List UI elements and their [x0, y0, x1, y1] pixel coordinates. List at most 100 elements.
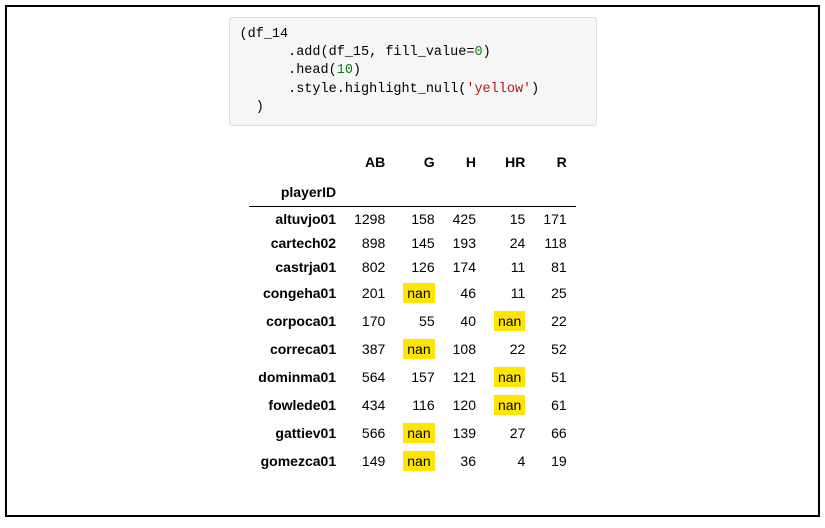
- row-index: dominma01: [249, 363, 345, 391]
- cell-AB: 170: [345, 307, 394, 335]
- cell-H: 193: [444, 231, 485, 255]
- code-block: (df_14 .add(df_15, fill_value=0) .head(1…: [229, 17, 597, 126]
- col-G: G: [394, 150, 443, 174]
- code-num-0: 0: [474, 45, 482, 60]
- null-highlight: nan: [494, 395, 525, 415]
- cell-G: 126: [394, 255, 443, 279]
- cell-H: 40: [444, 307, 485, 335]
- null-highlight: nan: [403, 451, 434, 471]
- cell-AB: 434: [345, 391, 394, 419]
- cell-HR: 22: [485, 335, 534, 363]
- table-row: gomezca01149 nan 36419: [249, 447, 575, 475]
- cell-R: 118: [534, 231, 575, 255]
- cell-G: 158: [394, 207, 443, 232]
- null-highlight: nan: [494, 311, 525, 331]
- code-line-1: (df_14: [240, 27, 289, 42]
- col-R: R: [534, 150, 575, 174]
- code-line-4b: ): [531, 82, 539, 97]
- code-line-2a: .add(df_15, fill_value=: [240, 45, 475, 60]
- row-index: altuvjo01: [249, 207, 345, 232]
- null-highlight: nan: [403, 339, 434, 359]
- null-highlight: nan: [494, 367, 525, 387]
- row-index: fowlede01: [249, 391, 345, 419]
- col-H: H: [444, 150, 485, 174]
- cell-G: nan: [394, 279, 443, 307]
- cell-AB: 566: [345, 419, 394, 447]
- row-index: correca01: [249, 335, 345, 363]
- table-row: fowlede01434116120 nan 61: [249, 391, 575, 419]
- cell-H: 139: [444, 419, 485, 447]
- dataframe-table: AB G H HR R playerID altuvjo011298158425…: [249, 150, 575, 475]
- cell-HR: nan: [485, 363, 534, 391]
- code-line-2b: ): [483, 45, 491, 60]
- cell-R: 51: [534, 363, 575, 391]
- row-index: gomezca01: [249, 447, 345, 475]
- cell-R: 61: [534, 391, 575, 419]
- cell-G: 157: [394, 363, 443, 391]
- cell-HR: 24: [485, 231, 534, 255]
- cell-H: 425: [444, 207, 485, 232]
- cell-HR: 4: [485, 447, 534, 475]
- cell-G: 55: [394, 307, 443, 335]
- cell-HR: 27: [485, 419, 534, 447]
- cell-R: 171: [534, 207, 575, 232]
- code-line-3b: ): [353, 63, 361, 78]
- table-row: gattiev01566 nan 1392766: [249, 419, 575, 447]
- cell-G: nan: [394, 419, 443, 447]
- index-name: playerID: [249, 174, 345, 207]
- row-index: corpoca01: [249, 307, 345, 335]
- cell-R: 25: [534, 279, 575, 307]
- table-header-row: AB G H HR R: [249, 150, 575, 174]
- cell-HR: 15: [485, 207, 534, 232]
- table-output: AB G H HR R playerID altuvjo011298158425…: [218, 150, 608, 475]
- cell-G: nan: [394, 335, 443, 363]
- code-num-10: 10: [337, 63, 353, 78]
- cell-R: 66: [534, 419, 575, 447]
- cell-HR: 11: [485, 279, 534, 307]
- table-corner: [249, 150, 345, 174]
- table-row: corpoca011705540 nan 22: [249, 307, 575, 335]
- code-line-3a: .head(: [240, 63, 337, 78]
- cell-H: 174: [444, 255, 485, 279]
- cell-G: 145: [394, 231, 443, 255]
- cell-HR: nan: [485, 391, 534, 419]
- row-index: cartech02: [249, 231, 345, 255]
- cell-H: 108: [444, 335, 485, 363]
- cell-H: 121: [444, 363, 485, 391]
- cell-AB: 387: [345, 335, 394, 363]
- row-index: congeha01: [249, 279, 345, 307]
- cell-R: 52: [534, 335, 575, 363]
- table-row: altuvjo01129815842515171: [249, 207, 575, 232]
- cell-AB: 802: [345, 255, 394, 279]
- null-highlight: nan: [403, 423, 434, 443]
- cell-G: nan: [394, 447, 443, 475]
- cell-AB: 564: [345, 363, 394, 391]
- cell-HR: 11: [485, 255, 534, 279]
- cell-AB: 898: [345, 231, 394, 255]
- code-line-4a: .style.highlight_null(: [240, 82, 467, 97]
- code-line-5: ): [240, 100, 264, 115]
- cell-AB: 201: [345, 279, 394, 307]
- table-row: dominma01564157121 nan 51: [249, 363, 575, 391]
- table-row: cartech0289814519324118: [249, 231, 575, 255]
- table-row: congeha01201 nan 461125: [249, 279, 575, 307]
- cell-H: 120: [444, 391, 485, 419]
- cell-H: 46: [444, 279, 485, 307]
- cell-G: 116: [394, 391, 443, 419]
- col-HR: HR: [485, 150, 534, 174]
- cell-H: 36: [444, 447, 485, 475]
- table-row: castrja018021261741181: [249, 255, 575, 279]
- row-index: gattiev01: [249, 419, 345, 447]
- code-str-yellow: 'yellow': [466, 82, 531, 97]
- table-index-row: playerID: [249, 174, 575, 207]
- row-index: castrja01: [249, 255, 345, 279]
- page-frame: (df_14 .add(df_15, fill_value=0) .head(1…: [5, 5, 820, 517]
- cell-R: 19: [534, 447, 575, 475]
- null-highlight: nan: [403, 283, 434, 303]
- cell-R: 81: [534, 255, 575, 279]
- cell-R: 22: [534, 307, 575, 335]
- cell-HR: nan: [485, 307, 534, 335]
- col-AB: AB: [345, 150, 394, 174]
- cell-AB: 1298: [345, 207, 394, 232]
- cell-AB: 149: [345, 447, 394, 475]
